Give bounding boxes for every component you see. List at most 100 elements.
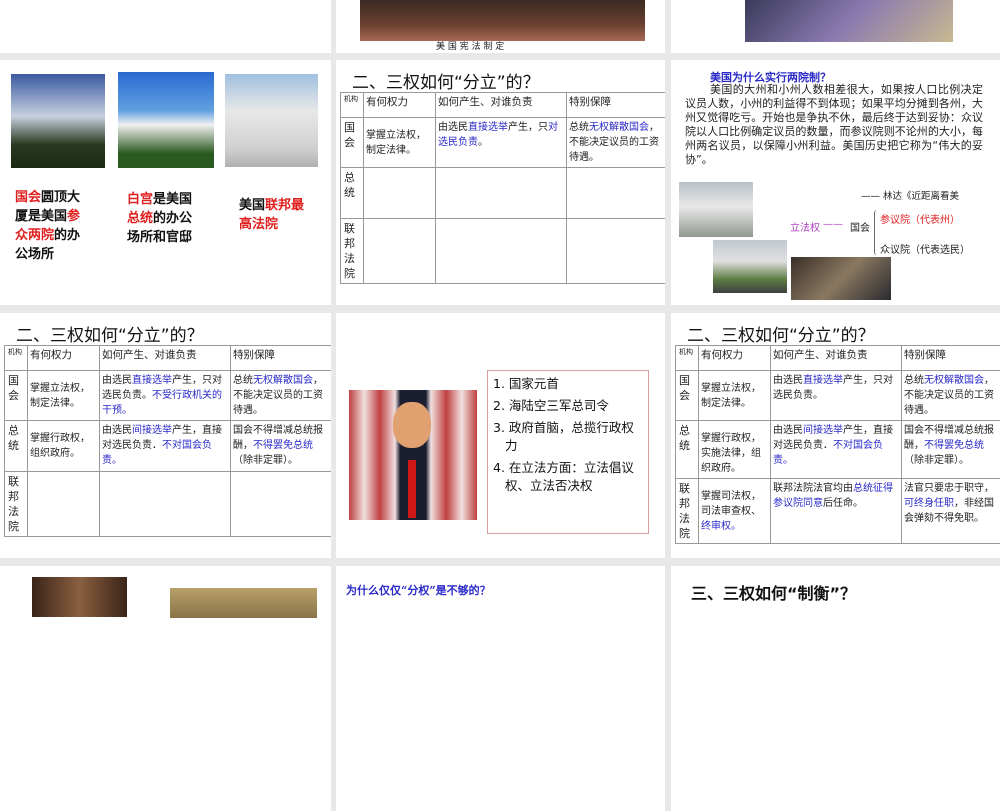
slide-thumbnail-bicameral[interactable]: 美国为什么实行两院制？ 美国的大州和小州人数相差很大，如果按人口比例决定议员人数… [671, 60, 1000, 305]
slide-title: 二、三权如何“分立”的？ [352, 68, 540, 93]
table-cell: 国会不得增减总统报酬，不得罢免总统（除非定罪）。 [231, 421, 332, 472]
column-header: 特别保障 [902, 346, 1000, 371]
brace [874, 210, 879, 255]
table-row: 国会掌握立法权，制定法律。由选民直接选举产生，只对选民负责。不受行政机关的干预。… [5, 371, 332, 421]
chamber-image [791, 257, 891, 300]
text-run: 由选民 [102, 425, 132, 436]
table-row: 联邦法院掌握司法权，司法审查权、终审权。 联邦法院法官均由总统征得参议院同意后任命… [676, 479, 1000, 544]
power-item: 1. 国家元首 [493, 375, 644, 393]
table-cell: 由选民直接选举产生，只对选民负责。 [436, 118, 567, 168]
column-header: 有何权力 [699, 346, 771, 371]
supreme-court-image [225, 74, 318, 167]
congress-label: 国会 [850, 219, 870, 234]
text-run: 不得罢免总统 [253, 440, 313, 451]
table-cell [364, 219, 436, 284]
slide-thumbnail-question[interactable]: 为什么仅仅“分权”是不够的？ [336, 566, 665, 811]
capitol-caption: 国会圆顶大厦是美国参众两院的办公场所 [15, 188, 87, 264]
table-cell: 由选民间接选举产生，直接对选民负责．不对国会负责。 [100, 421, 231, 472]
text-run: 是美国 [153, 192, 192, 207]
org-name: 联邦法院 [341, 219, 364, 284]
org-name: 总统 [5, 421, 28, 472]
slide-thumbnail-separation-2[interactable]: 二、三权如何“分立”的？ 机构有何权力如何产生、对谁负责特别保障国会掌握立法权，… [0, 313, 331, 558]
text-run: 总统 [233, 375, 253, 386]
table-cell [567, 168, 666, 219]
table-header-row: 机构有何权力如何产生、对谁负责特别保障 [676, 346, 1000, 371]
table-row: 国会掌握立法权，制定法律。由选民直接选举产生，只对选民负责。总统无权解散国会，不… [341, 118, 666, 168]
slide-thumbnail-separation-1[interactable]: 二、三权如何“分立”的？ 机构有何权力如何产生、对谁负责特别保障国会掌握立法权，… [336, 60, 665, 305]
text-run: 国会 [15, 190, 41, 205]
table-header-row: 机构有何权力如何产生、对谁负责特别保障 [341, 93, 666, 118]
source-citation: —— 林达《近距离看美 [861, 188, 959, 202]
table-row: 总统掌握行政权，组织政府。由选民间接选举产生，直接对选民负责．不对国会负责。国会… [5, 421, 332, 472]
slide-thumbnail-chamber[interactable] [671, 0, 1000, 53]
slide-thumbnail-constitution[interactable]: 美 国 宪 法 制 定 [336, 0, 665, 53]
table-cell [364, 168, 436, 219]
table-cell: 法官只要忠于职守，可终身任职，非经国会弹劾不得免职。 [902, 479, 1000, 544]
white-house-image [118, 72, 214, 168]
slide-thumbnail-president[interactable]: 1. 国家元首 2. 海陆空三军总司令 3. 政府首脑，总揽行政权力 4. 在立… [336, 313, 665, 558]
text-run: 间接选举 [803, 425, 843, 436]
table-cell: 总统无权解散国会，不能决定议员的工资待遇。 [902, 371, 1000, 421]
power-item: 2. 海陆空三军总司令 [493, 397, 644, 415]
table-header-row: 机构有何权力如何产生、对谁负责特别保障 [5, 346, 332, 371]
capitol-image [11, 74, 105, 168]
text-run: 掌握行政权，组织政府。 [30, 433, 90, 459]
table-cell: 掌握立法权，制定法律。 [364, 118, 436, 168]
table-cell: 掌握行政权，实施法律，组织政府。 [699, 421, 771, 479]
text-run: 产生，只 [508, 122, 548, 133]
slide-thumbnail-buildings[interactable]: 国会圆顶大厦是美国参众两院的办公场所 白宫是美国总统的办公场所和官邸 美国联邦最… [0, 60, 331, 305]
org-name: 总统 [676, 421, 699, 479]
table-cell: 联邦法院法官均由总统征得参议院同意后任命。 [771, 479, 902, 544]
table-cell: 掌握立法权，制定法律。 [28, 371, 100, 421]
table-cell [28, 472, 100, 537]
table-row: 联邦法院 [5, 472, 332, 537]
text-run: 直接选举 [468, 122, 508, 133]
question-heading: 为什么仅仅“分权”是不够的？ [346, 582, 491, 598]
senate-building-image [679, 182, 753, 237]
text-run: 终审权。 [701, 521, 741, 532]
org-name: 国会 [341, 118, 364, 168]
table-cell: 掌握立法权，制定法律。 [699, 371, 771, 421]
white-house-caption: 白宫是美国总统的办公场所和官邸 [127, 190, 199, 247]
text-run: 由选民 [102, 375, 132, 386]
text-run: 白宫 [127, 192, 153, 207]
org-name: 总统 [341, 168, 364, 219]
column-header: 特别保障 [567, 93, 666, 118]
constitution-painting-image [360, 0, 645, 41]
slide-thumbnail-separation-3[interactable]: 二、三权如何“分立”的？ 机构有何权力如何产生、对谁负责特别保障国会掌握立法权，… [671, 313, 1000, 558]
power-item: 3. 政府首脑，总揽行政权力 [493, 419, 644, 455]
table-cell [436, 168, 567, 219]
connector-dash: —— [823, 219, 843, 230]
slide-thumbnail-portraits[interactable] [0, 566, 331, 811]
slide-thumbnail-blank[interactable] [0, 0, 331, 53]
column-header: 机构 [341, 93, 364, 118]
column-header: 有何权力 [364, 93, 436, 118]
supreme-court-caption: 美国联邦最高法院 [239, 196, 311, 234]
power-item: 4. 在立法方面：立法倡议权、立法否决权 [493, 459, 644, 495]
column-header: 如何产生、对谁负责 [436, 93, 567, 118]
text-run: 可终身任职 [904, 498, 954, 509]
table-cell [231, 472, 332, 537]
table-cell: 由选民间接选举产生，直接对选民负责．不对国会负责。 [771, 421, 902, 479]
slide-thumbnail-checks[interactable]: 三、三权如何“制衡”？ [671, 566, 1000, 811]
table-row: 总统掌握行政权，实施法律，组织政府。由选民间接选举产生，直接对选民负责．不对国会… [676, 421, 1000, 479]
congress-chamber-image [745, 0, 953, 42]
senate-label: 参议院（代表州） [880, 211, 960, 226]
text-run: 无权解散国会 [253, 375, 313, 386]
org-name: 联邦法院 [676, 479, 699, 544]
powers-table: 机构有何权力如何产生、对谁负责特别保障国会掌握立法权，制定法律。由选民直接选举产… [340, 92, 665, 284]
org-name: 联邦法院 [5, 472, 28, 537]
table-cell [567, 219, 666, 284]
table-cell: 总统无权解散国会，不能决定议员的工资待遇。 [231, 371, 332, 421]
powers-table: 机构有何权力如何产生、对谁负责特别保障国会掌握立法权，制定法律。由选民直接选举产… [675, 345, 1000, 544]
column-header: 机构 [676, 346, 699, 371]
org-name: 国会 [5, 371, 28, 421]
slide-title: 三、三权如何“制衡”？ [691, 580, 856, 604]
text-run: 掌握司法权，司法审查权、 [701, 491, 761, 517]
text-run: 掌握立法权，制定法律。 [701, 383, 761, 409]
table-row: 国会掌握立法权，制定法律。由选民直接选举产生，只对选民负责。总统无权解散国会，不… [676, 371, 1000, 421]
column-header: 如何产生、对谁负责 [100, 346, 231, 371]
table-cell [436, 219, 567, 284]
text-run: 美国 [239, 198, 265, 213]
text-run: 总统 [904, 375, 924, 386]
